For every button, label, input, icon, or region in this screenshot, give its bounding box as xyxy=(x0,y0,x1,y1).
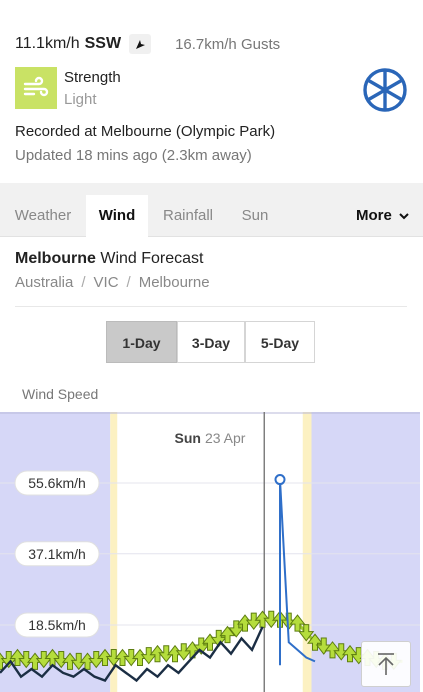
forecast-title-location: Melbourne xyxy=(15,250,96,267)
wind-direction: SSW xyxy=(84,35,122,52)
gust-peak-marker xyxy=(274,474,286,486)
arrow-up-icon xyxy=(378,653,394,675)
range-1-day-button[interactable]: 1-Day xyxy=(106,321,177,363)
breadcrumb-separator: / xyxy=(126,274,131,291)
wind-strength-icon xyxy=(15,67,57,109)
recorded-location: Recorded at Melbourne (Olympic Park) xyxy=(15,123,276,140)
divider xyxy=(15,306,407,307)
range-selector: 1-Day 3-Day 5-Day xyxy=(106,321,315,363)
breadcrumb-separator: / xyxy=(81,274,86,291)
range-5-day-button[interactable]: 5-Day xyxy=(245,321,315,363)
scroll-to-top-button[interactable] xyxy=(361,641,411,687)
tab-wind[interactable]: Wind xyxy=(86,195,148,237)
strength-value: Light xyxy=(64,91,97,108)
y-tick-label: 37.1km/h xyxy=(28,546,86,562)
tab-rainfall[interactable]: Rainfall xyxy=(148,195,228,237)
y-tick-label: 18.5km/h xyxy=(28,617,86,633)
current-wind-row: 11.1km/h SSW 16.7km/h Gusts xyxy=(15,33,415,55)
range-3-day-button[interactable]: 3-Day xyxy=(177,321,245,363)
more-label: More xyxy=(355,207,392,224)
breadcrumb-state[interactable]: VIC xyxy=(94,274,119,291)
chevron-down-icon xyxy=(399,213,409,220)
chart-heading: Wind Speed xyxy=(22,386,99,402)
breadcrumb: Australia / VIC / Melbourne xyxy=(15,274,210,291)
wind-gusts: 16.7km/h Gusts xyxy=(175,35,281,53)
strength-label: Strength xyxy=(64,69,121,86)
chart-day-name: Sun xyxy=(175,430,201,446)
wind-speed: 11.1km/h xyxy=(15,35,80,52)
wind-compass-icon xyxy=(363,68,407,112)
forecast-title: Melbourne Wind Forecast xyxy=(15,250,203,268)
tab-sun[interactable]: Sun xyxy=(228,195,282,237)
breadcrumb-city[interactable]: Melbourne xyxy=(139,274,210,291)
tab-weather[interactable]: Weather xyxy=(0,195,86,237)
twilight-band xyxy=(302,412,312,692)
chart-day-date: 23 Apr xyxy=(205,430,246,446)
forecast-title-rest: Wind Forecast xyxy=(95,250,204,267)
breadcrumb-country[interactable]: Australia xyxy=(15,274,73,291)
chart-day-label: Sun 23 Apr xyxy=(175,430,246,446)
forecast-tabs: Weather Wind Rainfall Sun More xyxy=(0,183,423,237)
wind-direction-arrow-icon xyxy=(129,34,152,54)
updated-time: Updated 18 mins ago (2.3km away) xyxy=(15,147,252,164)
more-menu-button[interactable]: More xyxy=(356,195,409,237)
wind-speed-chart[interactable]: Sun 23 Apr 55.6km/h 37.1km/h 18.5km/h xyxy=(0,412,423,692)
y-tick-label: 55.6km/h xyxy=(28,475,86,491)
